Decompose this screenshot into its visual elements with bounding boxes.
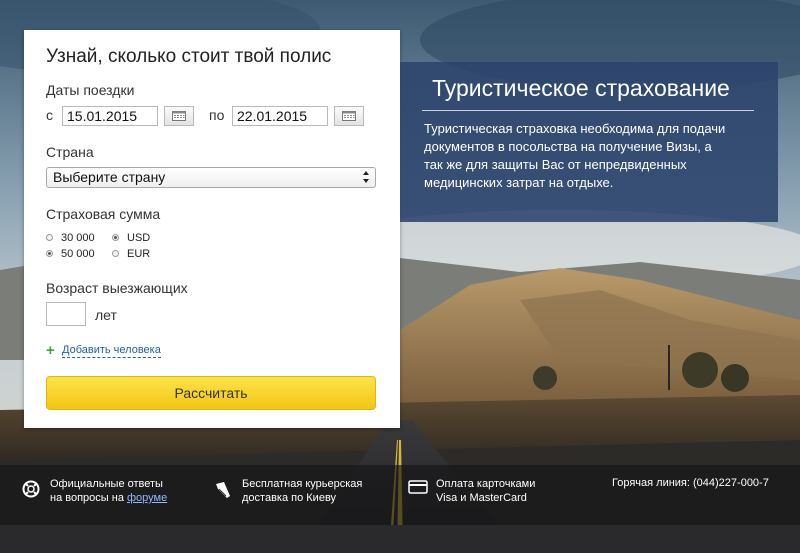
- date-from-calendar-button[interactable]: [164, 106, 194, 126]
- country-select[interactable]: Выберите страну: [46, 167, 376, 188]
- date-from-input[interactable]: 15.01.2015: [62, 106, 158, 126]
- info-text: Туристическая страховка необходима для п…: [424, 121, 726, 190]
- plus-icon: +: [46, 342, 55, 359]
- calendar-icon: [172, 111, 186, 121]
- feature-forum-line1: Официальные ответы: [50, 478, 163, 490]
- feature-forum-line2-text: на вопросы на: [50, 492, 124, 504]
- radio-label: EUR: [127, 248, 151, 260]
- calendar-icon: [342, 111, 356, 121]
- date-to-calendar-button[interactable]: [334, 106, 364, 126]
- feature-delivery-line2: доставка по Киеву: [242, 492, 337, 504]
- forum-link[interactable]: форуме: [127, 492, 167, 504]
- to-prefix: по: [209, 107, 225, 123]
- radio-label: 30 000: [61, 232, 95, 244]
- dates-label: Даты поездки: [46, 82, 135, 98]
- courier-icon: [216, 482, 230, 498]
- hotline: Горячая линия: (044)227-000-7: [612, 477, 769, 489]
- date-to-input[interactable]: 22.01.2015: [232, 106, 328, 126]
- form-title: Узнай, сколько стоит твой полис: [46, 46, 332, 67]
- feature-delivery-line1: Бесплатная курьерская: [242, 478, 363, 490]
- date-range: с 15.01.2015 по 22.01.2015: [46, 106, 386, 126]
- radio-label: 50 000: [61, 248, 95, 260]
- from-prefix: с: [46, 107, 53, 123]
- info-title: Туристическое страхование: [432, 75, 730, 101]
- feature-payment-line1: Оплата карточками: [436, 478, 536, 490]
- radio-icon: [112, 250, 119, 257]
- info-divider: [422, 110, 754, 111]
- age-label: Возраст выезжающих: [46, 280, 188, 296]
- info-panel: Туристическое страхование Туристическая …: [400, 62, 778, 222]
- feature-payment-line2: Visa и MasterCard: [436, 492, 527, 504]
- radio-icon: [46, 234, 53, 241]
- add-person-label: Добавить человека: [62, 344, 161, 358]
- country-select-value: Выберите страну: [53, 169, 166, 185]
- credit-card-icon: [408, 480, 428, 494]
- radio-checked-icon: [46, 250, 53, 257]
- select-arrows-icon: [363, 171, 369, 183]
- calculate-button[interactable]: Рассчитать: [46, 376, 376, 410]
- country-label: Страна: [46, 144, 94, 160]
- feature-forum-line2: на вопросы на форуме: [50, 491, 167, 505]
- radio-checked-icon: [112, 234, 119, 241]
- calculator-card: Узнай, сколько стоит твой полис Даты пое…: [24, 30, 400, 428]
- lifebuoy-icon: [22, 480, 40, 498]
- radio-label: USD: [127, 232, 151, 244]
- age-input[interactable]: [46, 302, 86, 326]
- sum-label: Страховая сумма: [46, 206, 161, 222]
- features-bar: Официальные ответы на вопросы на форуме …: [0, 465, 800, 525]
- age-unit: лет: [95, 307, 117, 323]
